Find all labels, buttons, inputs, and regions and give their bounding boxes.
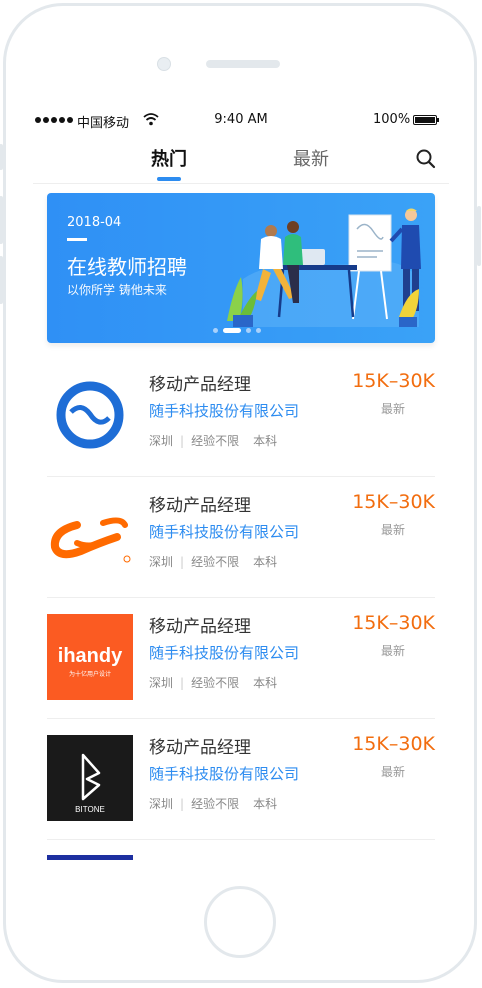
- home-button[interactable]: [204, 886, 276, 958]
- ihandy-logo: ihandy 为十亿用户设计: [47, 614, 133, 700]
- job-tag: 最新: [380, 402, 405, 416]
- company-name[interactable]: 随手科技股份有限公司: [149, 642, 299, 663]
- job-title: 移动产品经理: [149, 617, 251, 637]
- earpiece-speaker: [206, 60, 280, 68]
- tab-latest[interactable]: 最新: [293, 145, 329, 171]
- job-education: 本科: [253, 797, 278, 811]
- carousel-dot[interactable]: [246, 328, 251, 333]
- job-meta: 深圳 | 经验不限 本科: [149, 795, 277, 812]
- company-name[interactable]: 随手科技股份有限公司: [149, 521, 299, 542]
- job-tag: 最新: [380, 644, 405, 658]
- banner-subtitle: 以你所学 铸他未来: [67, 283, 167, 297]
- battery-icon: [413, 115, 439, 125]
- meta-divider: |: [180, 797, 185, 811]
- carousel-dot[interactable]: [213, 328, 218, 333]
- meta-divider: |: [180, 676, 185, 690]
- next-job-logo-peek: [47, 855, 133, 860]
- job-education: 本科: [253, 434, 278, 448]
- job-location: 深圳: [149, 555, 174, 569]
- battery-percentage: 100%: [373, 112, 411, 127]
- bitone-logo: BITONE: [47, 735, 133, 821]
- banner-title: 在线教师招聘: [67, 255, 187, 279]
- front-camera: [157, 57, 171, 71]
- job-location: 深圳: [149, 676, 174, 690]
- promo-banner[interactable]: 2018-04 在线教师招聘 以你所学 铸他未来: [47, 193, 435, 343]
- job-card[interactable]: 移动产品经理 随手科技股份有限公司 深圳 | 经验不限 本科 15K–30K 最新: [47, 477, 435, 598]
- job-tag: 最新: [380, 765, 405, 779]
- job-location: 深圳: [149, 434, 174, 448]
- company-name[interactable]: 随手科技股份有限公司: [149, 763, 299, 784]
- carousel-dot-active[interactable]: [223, 328, 241, 333]
- job-meta: 深圳 | 经验不限 本科: [149, 674, 277, 691]
- active-tab-indicator: [157, 177, 181, 181]
- job-title: 移动产品经理: [149, 375, 251, 395]
- volume-down-button: [0, 256, 3, 304]
- ihandy-logo-text: ihandy: [58, 645, 123, 667]
- tab-bar: 热门 最新: [33, 139, 449, 184]
- job-tag: 最新: [380, 523, 405, 537]
- search-icon[interactable]: [415, 148, 437, 170]
- suishou-logo: [47, 372, 133, 458]
- power-button: [477, 206, 481, 266]
- mute-switch: [0, 144, 3, 170]
- tab-hot[interactable]: 热门: [151, 145, 187, 171]
- app-screen: 中国移动 9:40 AM 100% 热门 最新 2018-04 在线教师招聘 以…: [33, 103, 449, 860]
- job-experience: 经验不限: [191, 555, 240, 569]
- banner-date: 2018-04: [67, 215, 122, 230]
- job-card[interactable]: 移动产品经理 随手科技股份有限公司 深圳 | 经验不限 本科 15K–30K 最新: [47, 356, 435, 477]
- job-salary: 15K–30K: [352, 612, 435, 634]
- job-education: 本科: [253, 676, 278, 690]
- bitone-logo-text: BITONE: [75, 805, 105, 814]
- job-title: 移动产品经理: [149, 496, 251, 516]
- carousel-dots: [213, 328, 261, 333]
- banner-divider: [67, 238, 87, 241]
- job-experience: 经验不限: [191, 434, 240, 448]
- job-card[interactable]: BITONE 移动产品经理 随手科技股份有限公司 深圳 | 经验不限 本科 15K–3…: [47, 719, 435, 840]
- job-title: 移动产品经理: [149, 738, 251, 758]
- job-experience: 经验不限: [191, 676, 240, 690]
- job-education: 本科: [253, 555, 278, 569]
- job-salary: 15K–30K: [352, 733, 435, 755]
- status-bar: 中国移动 9:40 AM 100%: [33, 103, 449, 139]
- meta-divider: |: [180, 555, 185, 569]
- company-name[interactable]: 随手科技股份有限公司: [149, 400, 299, 421]
- ihandy-logo-subtext: 为十亿用户设计: [69, 670, 111, 678]
- carousel-dot[interactable]: [256, 328, 261, 333]
- job-salary: 15K–30K: [352, 491, 435, 513]
- job-salary: 15K–30K: [352, 370, 435, 392]
- volume-up-button: [0, 196, 3, 244]
- job-experience: 经验不限: [191, 797, 240, 811]
- job-location: 深圳: [149, 797, 174, 811]
- alibaba-logo: [47, 493, 133, 579]
- job-meta: 深圳 | 经验不限 本科: [149, 553, 277, 570]
- banner-illustration: [227, 208, 421, 327]
- meta-divider: |: [180, 434, 185, 448]
- job-card[interactable]: ihandy 为十亿用户设计 移动产品经理 随手科技股份有限公司 深圳 | 经验不限…: [47, 598, 435, 719]
- job-meta: 深圳 | 经验不限 本科: [149, 432, 277, 449]
